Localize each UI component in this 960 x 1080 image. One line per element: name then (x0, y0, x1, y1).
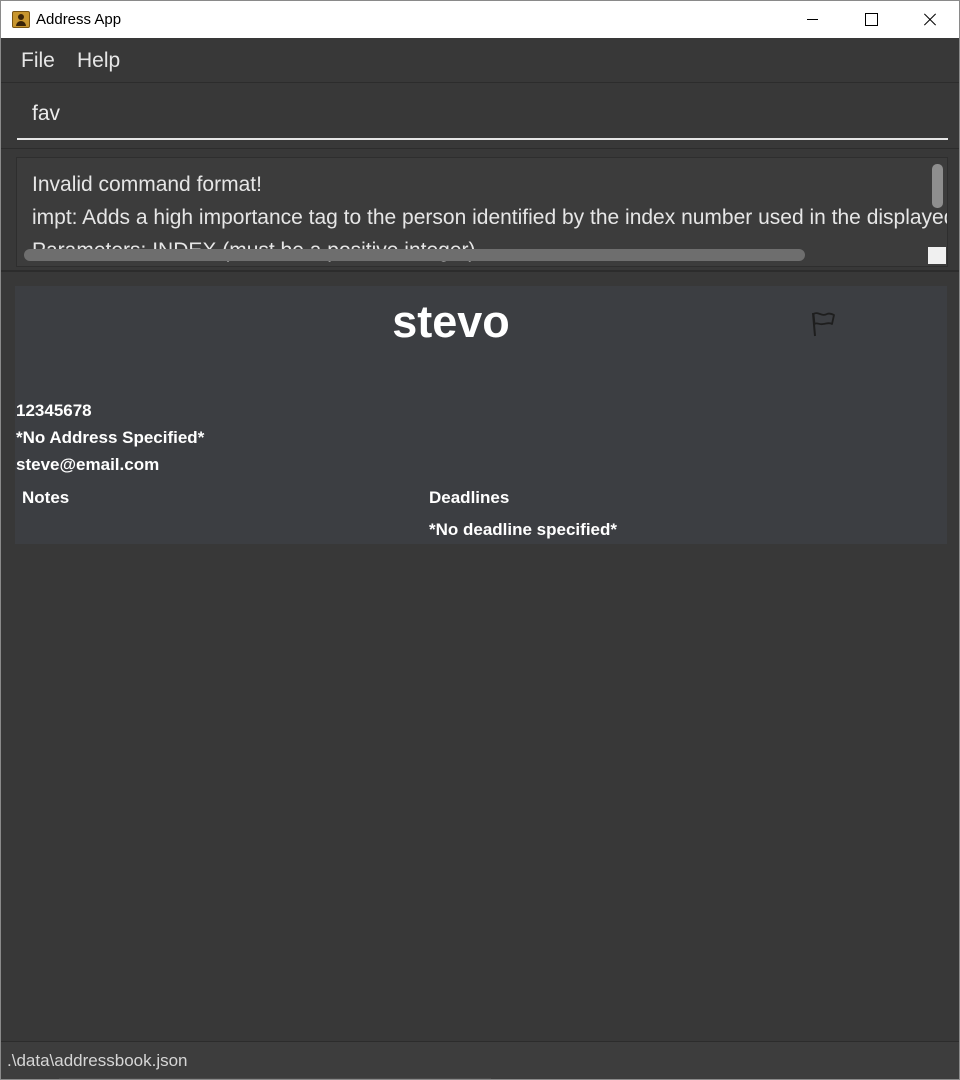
window-title: Address App (36, 11, 122, 28)
result-line: impt: Adds a high importance tag to the … (32, 206, 948, 229)
person-name: stevo (392, 296, 510, 347)
command-box (1, 84, 959, 146)
menu-file[interactable]: File (21, 49, 55, 73)
result-line: Invalid command format! (32, 173, 262, 196)
menu-help[interactable]: Help (77, 49, 120, 73)
deadline-value: *No deadline specified* (429, 520, 617, 539)
flag-icon[interactable] (808, 310, 838, 338)
notes-label: Notes (22, 488, 70, 507)
horizontal-scrollbar[interactable] (24, 249, 805, 261)
result-display: Invalid command format! impt: Adds a hig… (1, 148, 959, 272)
scroll-corner (928, 247, 946, 264)
menu-bar: File Help (1, 38, 959, 83)
deadlines-label: Deadlines (429, 488, 510, 507)
title-bar[interactable]: Address App (1, 1, 959, 38)
maximize-button[interactable] (841, 1, 899, 38)
app-window: Address App File Help Invalid command fo… (0, 0, 960, 1080)
person-card[interactable]: stevo 12345678 *No Address Specified* st… (15, 286, 947, 544)
person-email: steve@email.com (16, 455, 160, 474)
minimize-button[interactable] (783, 1, 841, 38)
status-bar: .\data\addressbook.json (1, 1041, 959, 1079)
command-input[interactable] (17, 90, 948, 140)
vertical-scrollbar[interactable] (932, 164, 943, 208)
person-address: *No Address Specified* (16, 428, 205, 447)
person-phone: 12345678 (16, 401, 92, 420)
save-location: .\data\addressbook.json (7, 1051, 188, 1070)
person-list: stevo 12345678 *No Address Specified* st… (1, 274, 959, 1041)
result-text-area[interactable]: Invalid command format! impt: Adds a hig… (16, 157, 948, 267)
address-book-icon (12, 11, 30, 28)
close-button[interactable] (900, 1, 958, 38)
